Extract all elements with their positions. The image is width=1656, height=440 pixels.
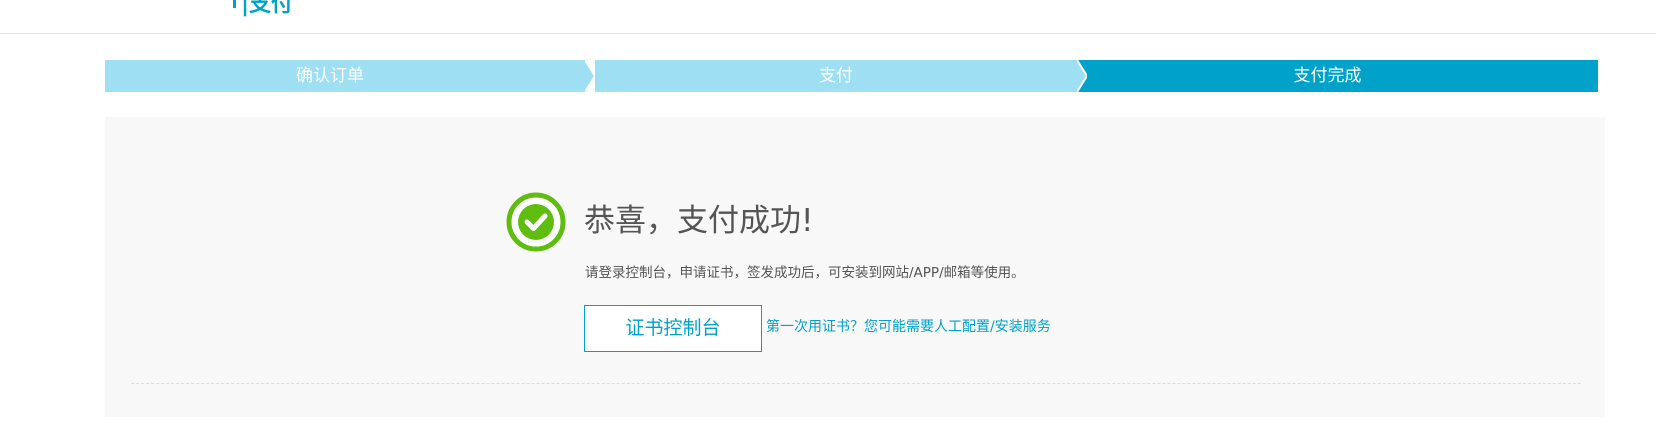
manual-install-service-link[interactable]: 第一次用证书？您可能需要人工配置/安装服务 bbox=[766, 317, 1051, 337]
progress-steps: 确认订单 支付 支付完成 bbox=[105, 60, 1598, 92]
result-panel: 恭喜，支付成功! 请登录控制台，申请证书，签发成功后，可安装到网站/APP/邮箱… bbox=[105, 117, 1605, 417]
payment-page: |支付 确认订单 支付 支付完成 恭喜，支付成功! 请登录控制台，申请证书，签发… bbox=[0, 0, 1656, 440]
certificate-console-button[interactable]: 证书控制台 bbox=[584, 305, 762, 352]
dashed-divider bbox=[131, 383, 1581, 384]
page-header: |支付 bbox=[0, 0, 1656, 34]
step-label: 确认订单 bbox=[296, 66, 364, 86]
step-payment: 支付 bbox=[595, 60, 1077, 92]
step-confirm-order: 确认订单 bbox=[105, 60, 585, 92]
success-description: 请登录控制台，申请证书，签发成功后，可安装到网站/APP/邮箱等使用。 bbox=[585, 265, 1025, 281]
check-circle-icon bbox=[505, 191, 567, 253]
step-label: 支付 bbox=[819, 66, 853, 86]
step-label: 支付完成 bbox=[1293, 66, 1362, 86]
header-title: |支付 bbox=[232, 0, 293, 18]
success-title: 恭喜，支付成功! bbox=[584, 203, 814, 239]
step-payment-complete: 支付完成 bbox=[1087, 60, 1598, 92]
